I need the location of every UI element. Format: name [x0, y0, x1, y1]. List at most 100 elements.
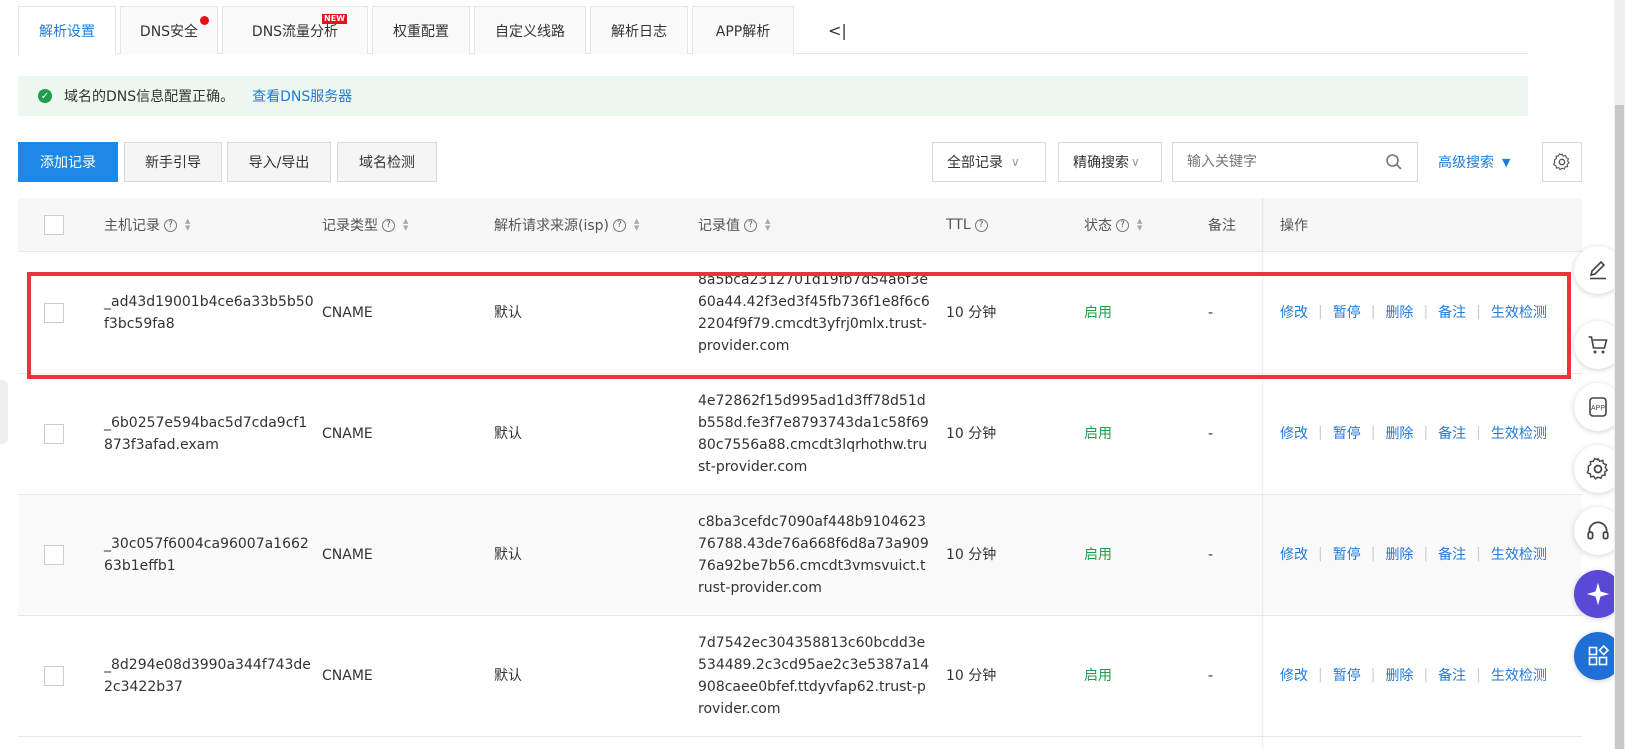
- tab-dns-log[interactable]: 解析日志: [590, 6, 688, 54]
- row-checkbox[interactable]: [44, 545, 64, 565]
- sort-icon[interactable]: ▲ ▼: [185, 218, 190, 232]
- status-badge: 启用: [1084, 547, 1112, 563]
- status-badge: 启用: [1084, 426, 1112, 442]
- search-input[interactable]: [1187, 154, 1377, 170]
- table-row: _8d294e08d3990a344f743de2c3422b37 CNAME …: [18, 616, 1582, 737]
- delete-link[interactable]: 删除: [1385, 665, 1413, 685]
- tab-dns-settings[interactable]: 解析设置: [18, 6, 116, 55]
- tab-bar: 解析设置 DNS安全 DNS流量分析 NEW 权重配置 自定义线路 解析日志 AP…: [18, 6, 1528, 55]
- table-row: _6b0257e594bac5d7cda9cf1873f3afad.exam C…: [18, 374, 1582, 495]
- caret-down-icon: ▼: [1502, 155, 1511, 169]
- help-icon[interactable]: ?: [382, 218, 395, 232]
- help-icon[interactable]: ?: [613, 218, 626, 232]
- host-record: _8d294e08d3990a344f743de2c3422b37: [104, 657, 311, 695]
- edit-link[interactable]: 修改: [1280, 423, 1308, 443]
- record-type: CNAME: [322, 668, 373, 684]
- status-badge: 启用: [1084, 668, 1112, 684]
- remark-link[interactable]: 备注: [1438, 665, 1466, 685]
- remark-link[interactable]: 备注: [1438, 423, 1466, 443]
- col-type[interactable]: 记录类型? ▲ ▼: [322, 198, 408, 252]
- chevron-down-icon: ∨: [1011, 155, 1020, 169]
- sort-icon[interactable]: ▲ ▼: [1137, 218, 1142, 232]
- keyword-search: [1172, 142, 1418, 182]
- chevron-down-icon: ∨: [1131, 155, 1140, 169]
- add-record-button[interactable]: 添加记录: [18, 142, 118, 182]
- guide-button[interactable]: 新手引导: [124, 142, 222, 182]
- record-type: CNAME: [322, 426, 373, 442]
- table-row: _30c057f6004ca96007a166263b1effb1 CNAME …: [18, 495, 1582, 616]
- select-all-checkbox[interactable]: [44, 215, 64, 235]
- table-settings-button[interactable]: [1542, 142, 1582, 182]
- col-ttl: TTL?: [946, 198, 988, 252]
- view-dns-servers-link[interactable]: 查看DNS服务器: [252, 86, 352, 106]
- notification-dot: [200, 16, 209, 25]
- search-mode-select[interactable]: 精确搜索 ∨: [1058, 142, 1162, 182]
- isp-source: 默认: [494, 426, 522, 442]
- collapse-tabs-button[interactable]: <|: [828, 6, 847, 54]
- dns-status-alert: ✓ 域名的DNS信息配置正确。 查看DNS服务器: [18, 76, 1528, 116]
- advanced-search-toggle[interactable]: 高级搜索 ▼: [1438, 142, 1510, 182]
- col-ops: 操作: [1280, 218, 1308, 234]
- row-checkbox[interactable]: [44, 666, 64, 686]
- effect-check-link[interactable]: 生效检测: [1491, 665, 1547, 685]
- host-record: _30c057f6004ca96007a166263b1effb1: [104, 536, 309, 574]
- help-icon[interactable]: ?: [744, 218, 757, 232]
- record-value: 4e72862f15d995ad1d3ff78d51db558d.fe3f7e8…: [698, 393, 929, 475]
- help-icon[interactable]: ?: [974, 218, 988, 232]
- pause-link[interactable]: 暂停: [1333, 665, 1361, 685]
- apps-grid-icon: [1588, 644, 1610, 666]
- ai-assistant-icon: [1586, 582, 1610, 606]
- table-header: 主机记录? ▲ ▼ 记录类型? ▲ ▼ 解析请求来源(isp)? ▲ ▼ 记录值? ▲ ▼ TT…: [18, 198, 1582, 252]
- side-collapse-handle[interactable]: [0, 380, 8, 444]
- col-isp[interactable]: 解析请求来源(isp)? ▲ ▼: [494, 198, 639, 252]
- search-icon[interactable]: [1385, 153, 1403, 175]
- remark-value: -: [1208, 547, 1214, 563]
- tab-app-dns[interactable]: APP解析: [692, 6, 794, 54]
- tab-custom-line[interactable]: 自定义线路: [474, 6, 586, 54]
- delete-link[interactable]: 删除: [1385, 423, 1413, 443]
- ttl-value: 10 分钟: [946, 426, 997, 442]
- edit-icon: [1589, 260, 1606, 280]
- effect-check-link[interactable]: 生效检测: [1491, 544, 1547, 564]
- sort-icon[interactable]: ▲ ▼: [403, 218, 408, 232]
- help-icon[interactable]: ?: [1116, 218, 1129, 232]
- tab-dns-traffic[interactable]: DNS流量分析 NEW: [222, 6, 368, 54]
- sort-icon[interactable]: ▲ ▼: [634, 218, 639, 232]
- gear-icon: [1553, 153, 1570, 171]
- new-badge: NEW: [322, 14, 347, 24]
- domain-check-button[interactable]: 域名检测: [337, 142, 437, 182]
- pause-link[interactable]: 暂停: [1333, 544, 1361, 564]
- record-type: CNAME: [322, 547, 373, 563]
- sort-icon[interactable]: ▲ ▼: [765, 218, 770, 232]
- row-actions: 修改 | 暂停 | 删除 | 备注 | 生效检测: [1280, 423, 1547, 443]
- edit-link[interactable]: 修改: [1280, 665, 1308, 685]
- scrollbar-thumb[interactable]: [1615, 105, 1624, 749]
- headset-icon: [1587, 521, 1609, 540]
- pause-link[interactable]: 暂停: [1333, 423, 1361, 443]
- page-scrollbar[interactable]: [1614, 0, 1625, 749]
- remark-value: -: [1208, 668, 1214, 684]
- ttl-value: 10 分钟: [946, 547, 997, 563]
- host-record: _6b0257e594bac5d7cda9cf1873f3afad.exam: [104, 415, 308, 453]
- remark-value: -: [1208, 426, 1214, 442]
- col-status[interactable]: 状态? ▲ ▼: [1084, 198, 1142, 252]
- remark-link[interactable]: 备注: [1438, 544, 1466, 564]
- effect-check-link[interactable]: 生效检测: [1491, 423, 1547, 443]
- check-circle-icon: ✓: [38, 89, 52, 103]
- tab-weight-config[interactable]: 权重配置: [372, 6, 470, 54]
- col-value[interactable]: 记录值? ▲ ▼: [698, 198, 770, 252]
- tab-dns-security[interactable]: DNS安全: [120, 6, 218, 54]
- isp-source: 默认: [494, 668, 522, 684]
- col-host[interactable]: 主机记录? ▲ ▼: [104, 198, 190, 252]
- record-filter-select[interactable]: 全部记录 ∨: [932, 142, 1046, 182]
- cart-icon: [1588, 336, 1608, 354]
- app-icon: APP: [1589, 397, 1607, 417]
- row-actions: 修改 | 暂停 | 删除 | 备注 | 生效检测: [1280, 665, 1547, 685]
- delete-link[interactable]: 删除: [1385, 544, 1413, 564]
- help-icon[interactable]: ?: [164, 218, 177, 232]
- record-value: c8ba3cefdc7090af448b910462376788.43de76a…: [698, 514, 929, 596]
- row-actions: 修改 | 暂停 | 删除 | 备注 | 生效检测: [1280, 544, 1547, 564]
- edit-link[interactable]: 修改: [1280, 544, 1308, 564]
- row-checkbox[interactable]: [44, 424, 64, 444]
- import-export-button[interactable]: 导入/导出: [227, 142, 331, 182]
